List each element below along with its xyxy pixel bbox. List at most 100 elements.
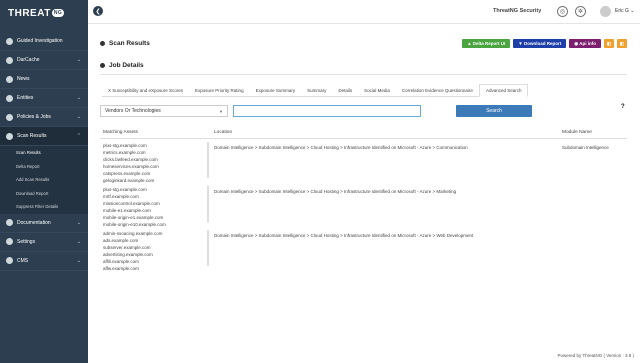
sidebar-subitem-download-report[interactable]: Download Report bbox=[0, 186, 88, 200]
section-title: Job Details bbox=[100, 62, 144, 69]
sidebar-subitem-suppress-filter-details[interactable]: Suppress Filter Details bbox=[0, 200, 88, 214]
asset-item: missioncontrol.example.com bbox=[103, 201, 160, 206]
results-table-header: Matching Assets Location Module Name bbox=[100, 127, 627, 139]
download-report-button[interactable]: ▼ Download Report bbox=[513, 39, 567, 48]
sidebar-subitem-scan-results[interactable]: Scan Results bbox=[0, 146, 88, 160]
tab-correlation-evidence-questionnaire[interactable]: Correlation Evidence Questionnaire bbox=[396, 84, 479, 97]
divider bbox=[100, 74, 627, 75]
tab-exposure-priority-rating[interactable]: Exposure Priority Rating bbox=[189, 84, 250, 97]
asset-item: catspress.example.com bbox=[103, 171, 151, 176]
tab-details[interactable]: Details bbox=[332, 84, 358, 97]
sidebar-item-label: Settings bbox=[17, 238, 36, 245]
job-details-icon bbox=[100, 63, 105, 68]
module-name: Subdomain Intelligence bbox=[562, 145, 609, 150]
cms-icon bbox=[6, 257, 13, 264]
location-path: Domain Intelligence > Subdomain Intellig… bbox=[214, 145, 468, 150]
tab-summary[interactable]: Summary bbox=[301, 84, 332, 97]
column-header-location: Location bbox=[214, 130, 233, 135]
news-icon bbox=[6, 75, 13, 83]
user-menu[interactable]: Eric G ⌄ bbox=[615, 8, 634, 14]
back-icon[interactable]: ❮ bbox=[93, 6, 103, 16]
chevron-down-icon: ⌄ bbox=[76, 57, 81, 63]
chevron-down-icon: ⌄ bbox=[76, 95, 81, 101]
brand-name: ThreatNG Security bbox=[493, 8, 542, 14]
asset-item: homeservices.example.com bbox=[103, 164, 159, 169]
asset-item: mobile-origin-e1.example.com bbox=[103, 215, 164, 220]
asset-item: mobile-e1.example.com bbox=[103, 208, 151, 213]
sidebar-item-scan-results[interactable]: Scan Results ⌃ bbox=[0, 127, 88, 146]
sidebar-item-label: Scan Results bbox=[17, 133, 47, 139]
help-icon[interactable]: ? bbox=[621, 104, 625, 110]
sidebar-item-cms[interactable]: CMS ⌄ bbox=[0, 252, 88, 271]
asset-item: clicks.bwfeed.example.com bbox=[103, 157, 158, 162]
search-button[interactable]: Search bbox=[456, 105, 532, 117]
asset-item: admin-ssoacing.example.com bbox=[103, 231, 163, 236]
column-header-module: Module Name bbox=[562, 130, 592, 135]
top-header: ❮ ThreatNG Security ◎ ✲ Eric G ⌄ bbox=[88, 0, 640, 24]
entities-icon bbox=[6, 94, 13, 102]
chevron-down-icon: ⌄ bbox=[76, 114, 81, 120]
export-button-1[interactable]: ◧ bbox=[604, 39, 614, 48]
sidebar-item-documentation[interactable]: Documentation ⌄ bbox=[0, 214, 88, 233]
scrollbar[interactable] bbox=[207, 186, 209, 222]
asset-item: subserver.example.com bbox=[103, 245, 151, 250]
column-header-assets: Matching Assets bbox=[103, 130, 138, 135]
chevron-down-icon: ⌄ bbox=[76, 238, 81, 245]
logo-badge: NG bbox=[51, 9, 65, 17]
tab-advanced-search[interactable]: Advanced Search bbox=[478, 84, 529, 97]
scan-results-icon bbox=[100, 41, 105, 46]
tab-social-media[interactable]: Social Media bbox=[358, 84, 396, 97]
asset-item: plus-stg.example.com bbox=[103, 143, 147, 148]
location-path: Domain Intelligence > Subdomain Intellig… bbox=[214, 233, 474, 238]
sidebar-subitem-add-scan-results[interactable]: Add Scan Results bbox=[0, 173, 88, 187]
asset-item: mrtf.example.com bbox=[103, 194, 139, 199]
chevron-down-icon: ▼ bbox=[219, 108, 223, 114]
chevron-up-icon: ⌃ bbox=[76, 133, 81, 139]
sidebar-item-label: DarCache bbox=[17, 57, 40, 63]
delta-report-ui-button[interactable]: ▲ Delta Report UI bbox=[462, 39, 511, 48]
asset-item: metrics.example.com bbox=[103, 150, 146, 155]
footer-version: Powered by ThreatNG ( Version : 3.9 ) bbox=[557, 353, 634, 358]
chevron-down-icon: ⌄ bbox=[76, 219, 81, 226]
location-path: Domain Intelligence > Subdomain Intellig… bbox=[214, 189, 457, 194]
scan-icon bbox=[6, 132, 13, 140]
asset-item: affili.example.com bbox=[103, 259, 139, 264]
tab-xse-scores[interactable]: X Susceptibility and eXposure Scores bbox=[102, 84, 189, 97]
scrollbar[interactable] bbox=[207, 142, 209, 178]
sidebar-item-settings[interactable]: Settings ⌄ bbox=[0, 233, 88, 252]
asset-item: affw.example.com bbox=[103, 266, 139, 271]
sidebar-item-guided-investigation[interactable]: Guided Investigation bbox=[0, 32, 88, 51]
sidebar-item-policies-jobs[interactable]: Policies & Jobs ⌄ bbox=[0, 108, 88, 127]
gear-icon bbox=[6, 238, 13, 245]
asset-list: admin-ssoacing.example.com ads.example.c… bbox=[103, 230, 203, 272]
sidebar-subitem-delta-report[interactable]: Delta Report bbox=[0, 159, 88, 173]
asset-item: geloginkard.example.com bbox=[103, 178, 155, 183]
search-category-select[interactable]: Vendors Or Technologies ▼ bbox=[100, 105, 228, 117]
settings-icon[interactable]: ✲ bbox=[575, 6, 586, 17]
cache-icon bbox=[6, 56, 13, 64]
sidebar-item-label: News bbox=[17, 76, 30, 82]
api-info-button[interactable]: ◉ Api info bbox=[569, 39, 601, 48]
select-value: Vendors Or Technologies bbox=[105, 108, 161, 114]
sidebar: THREAT NG Guided Investigation DarCache … bbox=[0, 0, 88, 363]
policies-icon bbox=[6, 113, 13, 121]
sidebar-item-label: Guided Investigation bbox=[17, 38, 63, 44]
asset-item: ads.example.com bbox=[103, 238, 139, 243]
sidebar-item-news[interactable]: News bbox=[0, 70, 88, 89]
main-content: Scan Results ▲ Delta Report UI ▼ Downloa… bbox=[88, 24, 640, 363]
globe-icon[interactable]: ◎ bbox=[557, 6, 568, 17]
tab-exposure-summary[interactable]: Exposure Summary bbox=[250, 84, 302, 97]
scrollbar[interactable] bbox=[207, 230, 209, 266]
page-title-text: Scan Results bbox=[109, 40, 150, 47]
logo-text: THREAT bbox=[8, 7, 51, 19]
sidebar-item-label: Documentation bbox=[17, 219, 51, 226]
sidebar-item-entities[interactable]: Entities ⌄ bbox=[0, 89, 88, 108]
sidebar-item-label: Policies & Jobs bbox=[17, 114, 51, 120]
logo[interactable]: THREAT NG bbox=[0, 0, 88, 26]
search-input[interactable] bbox=[233, 105, 421, 117]
sidebar-item-darcache[interactable]: DarCache ⌄ bbox=[0, 51, 88, 70]
asset-list: plus-stg.example.com mrtf.example.com mi… bbox=[103, 186, 203, 228]
export-button-2[interactable]: ◧ bbox=[617, 39, 627, 48]
avatar[interactable] bbox=[600, 6, 611, 17]
sidebar-item-label: CMS bbox=[17, 257, 29, 264]
